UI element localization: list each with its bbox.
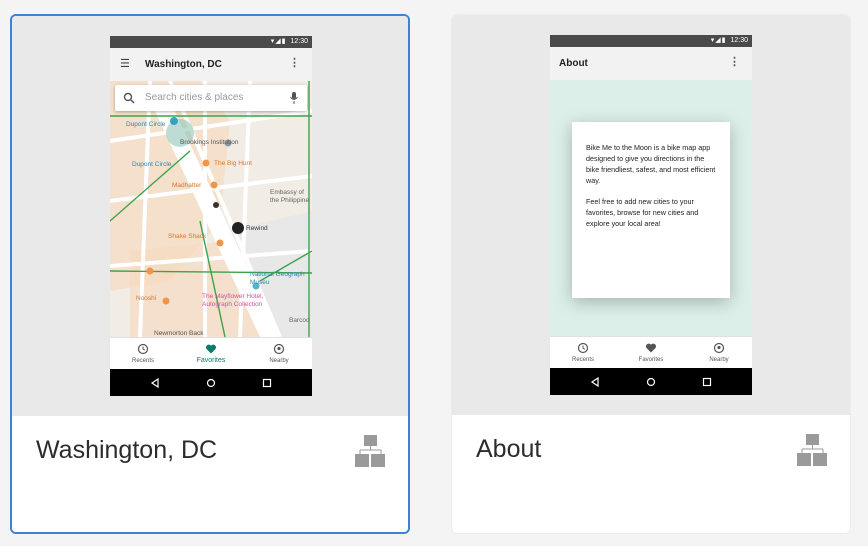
system-nav-bar (110, 369, 312, 396)
nav-nearby[interactable]: Nearby (249, 338, 309, 370)
more-vert-icon: ⋮ (289, 57, 300, 69)
system-nav-bar (550, 368, 752, 395)
map-label: Nooshi (136, 295, 157, 302)
back-icon (590, 376, 599, 388)
map-label: Newmorton Back (154, 330, 204, 337)
nav-nearby[interactable]: Nearby (689, 337, 749, 369)
map-view: Search cities & places Dupont Circle Bro… (110, 81, 312, 337)
nav-label: Recents (131, 358, 154, 364)
card-title: About (476, 435, 542, 463)
recents-square-icon (702, 377, 712, 387)
card-footer: Washington, DC (12, 416, 408, 532)
app-bar: ☰ Washington, DC ⋮ (110, 48, 312, 81)
nav-label: Favorites (638, 357, 664, 363)
map-label: Brookings Institution (180, 139, 239, 146)
about-background: Bike Me to the Moon is a bike map app de… (550, 80, 752, 336)
home-icon (206, 378, 216, 388)
status-time: 12:30 (730, 37, 748, 44)
heart-icon (205, 344, 217, 354)
artboard-card-about[interactable]: ▾◢▮ 12:30 About ⋮ Bike Me to the Moon is … (451, 14, 851, 534)
about-text: Bike Me to the Moon is a bike map app de… (586, 142, 718, 239)
flow-diagram-icon[interactable] (797, 433, 829, 469)
history-icon (137, 343, 149, 355)
map-label: Barcod (289, 317, 310, 324)
search-placeholder: Search cities & places (145, 92, 244, 103)
status-time: 12:30 (290, 38, 308, 45)
phone-screen-washington: ▾◢▮ 12:30 ☰ Washington, DC ⋮ Search citi… (110, 36, 312, 396)
app-title: Washington, DC (145, 59, 222, 70)
nav-recents[interactable]: Recents (113, 338, 173, 370)
bottom-navigation: Recents Favorites Nearby (550, 336, 752, 369)
status-bar: ▾◢▮ 12:30 (550, 35, 752, 47)
phone-screen-about: ▾◢▮ 12:30 About ⋮ Bike Me to the Moon is … (550, 35, 752, 395)
more-vert-icon: ⋮ (729, 56, 740, 68)
map-label: The Big Hunt (214, 160, 252, 167)
artboard-thumbnail[interactable]: ▾◢▮ 12:30 About ⋮ Bike Me to the Moon is … (452, 15, 850, 416)
microphone-icon (290, 92, 298, 104)
nav-favorites[interactable]: Favorites (181, 338, 241, 370)
home-icon (646, 377, 656, 387)
nav-label: Recents (571, 357, 594, 363)
flow-diagram-icon[interactable] (355, 434, 387, 470)
map-label: National Geograph Museu (250, 271, 305, 286)
nav-label: Nearby (269, 358, 289, 364)
hamburger-menu-icon: ☰ (120, 58, 130, 70)
location-icon (713, 342, 725, 354)
map-label: Madhatter (172, 182, 202, 189)
map-label: Embassy of the Philippine (270, 189, 310, 204)
location-icon (273, 343, 285, 355)
nav-favorites[interactable]: Favorites (621, 337, 681, 369)
heart-icon (645, 343, 657, 353)
app-title: About (559, 58, 588, 69)
map-label: Shake Shack (168, 233, 207, 240)
bottom-navigation: Recents Favorites Nearby (110, 337, 312, 370)
artboard-thumbnail[interactable]: ▾◢▮ 12:30 ☰ Washington, DC ⋮ Search citi… (12, 16, 408, 416)
card-title: Washington, DC (36, 436, 218, 464)
map-label: Dupont Circle (126, 121, 166, 128)
card-footer: About (452, 415, 850, 533)
app-bar: About ⋮ (550, 47, 752, 80)
signal-battery-icon: ▾◢▮ (270, 38, 287, 45)
back-icon (150, 377, 159, 389)
about-dialog: Bike Me to the Moon is a bike map app de… (572, 122, 730, 298)
nav-label: Favorites (196, 357, 226, 364)
map-label: Rewind (246, 225, 268, 232)
nav-recents[interactable]: Recents (553, 337, 613, 369)
status-bar: ▾◢▮ 12:30 (110, 36, 312, 48)
about-paragraph: Feel free to add new cities to your favo… (586, 197, 699, 228)
history-icon (577, 342, 589, 354)
search-box[interactable]: Search cities & places (115, 85, 307, 111)
recents-square-icon (262, 378, 272, 388)
about-paragraph: Bike Me to the Moon is a bike map app de… (586, 143, 716, 185)
nav-label: Nearby (709, 357, 729, 363)
search-icon (123, 92, 135, 104)
signal-battery-icon: ▾◢▮ (710, 37, 727, 44)
artboard-card-washington[interactable]: ▾◢▮ 12:30 ☰ Washington, DC ⋮ Search citi… (10, 14, 410, 534)
map-label: Dupont Circle (132, 161, 172, 168)
map-label: The Mayflower Hotel, Autograph Collectio… (202, 293, 264, 308)
